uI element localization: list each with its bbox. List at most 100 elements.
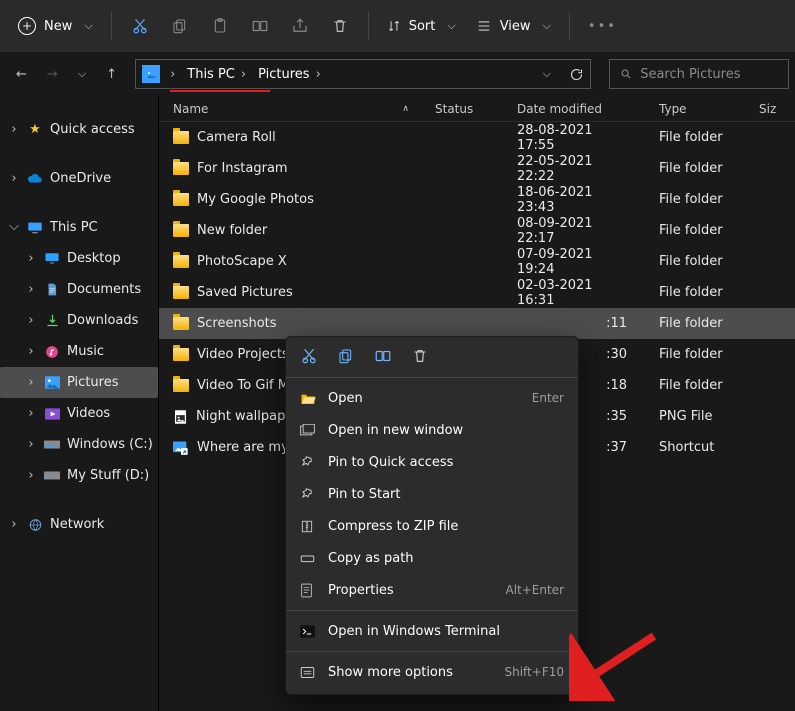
network-label: Network	[50, 517, 104, 532]
more-button[interactable]: •••	[580, 8, 625, 44]
sidebar-item-network[interactable]: › Network	[0, 509, 158, 540]
table-row[interactable]: My Google Photos18-06-2021 23:43File fol…	[159, 184, 795, 215]
ctx-more-kbd: Shift+F10	[504, 665, 564, 679]
paste-button[interactable]	[202, 8, 238, 44]
ctx-separator	[286, 651, 578, 652]
breadcrumb-pictures[interactable]: Pictures ›	[256, 67, 327, 82]
sidebar-item-onedrive[interactable]: › OneDrive	[0, 163, 158, 194]
table-row[interactable]: PhotoScape X07-09-2021 19:24File folder	[159, 246, 795, 277]
ctx-pin-start[interactable]: Pin to Start	[286, 478, 578, 510]
sort-label: Sort	[409, 19, 436, 34]
table-row[interactable]: Screenshots:11File folder	[159, 308, 795, 339]
videos-label: Videos	[67, 406, 110, 421]
ctx-pin-quick[interactable]: Pin to Quick access	[286, 446, 578, 478]
zip-icon	[300, 519, 316, 534]
view-label: View	[500, 19, 531, 34]
file-type: File folder	[645, 223, 745, 238]
ctx-copy-path[interactable]: Copy as path	[286, 542, 578, 574]
table-row[interactable]: Saved Pictures02-03-2021 16:31File folde…	[159, 277, 795, 308]
shortcut-icon	[173, 440, 189, 455]
search-input[interactable]	[640, 67, 778, 82]
pictures-drive-icon	[142, 65, 160, 83]
sort-button[interactable]: Sort	[379, 8, 464, 44]
sidebar-item-videos[interactable]: › Videos	[0, 398, 158, 429]
copy-icon	[172, 17, 188, 35]
sidebar-item-this-pc[interactable]: ⌵ This PC	[0, 212, 158, 243]
sidebar-item-music[interactable]: › Music	[0, 336, 158, 367]
ctx-windows-terminal[interactable]: Open in Windows Terminal	[286, 615, 578, 647]
cut-button[interactable]	[122, 8, 158, 44]
sidebar-item-windows-c[interactable]: › Windows (C:)	[0, 429, 158, 460]
ctx-cut-icon[interactable]	[300, 347, 318, 365]
sidebar-item-documents[interactable]: › Documents	[0, 274, 158, 305]
search-box[interactable]	[609, 59, 789, 89]
new-button[interactable]: + New	[10, 8, 101, 44]
file-date: 08-09-2021 22:17	[503, 216, 645, 246]
drive-icon	[43, 439, 61, 450]
column-headers[interactable]: Name ∧ Status Date modified Type Siz	[159, 96, 795, 122]
address-dropdown[interactable]: ⌵	[543, 67, 551, 81]
file-date: 02-03-2021 16:31	[503, 278, 645, 308]
downloads-icon	[43, 313, 61, 328]
forward-button[interactable]: →	[47, 67, 58, 82]
col-type: Type	[645, 102, 745, 116]
onedrive-icon	[26, 173, 44, 184]
sort-icon	[387, 18, 401, 34]
ctx-open-new-window[interactable]: Open in new window	[286, 414, 578, 446]
file-name: Camera Roll	[197, 130, 276, 145]
ctx-open[interactable]: Open Enter	[286, 382, 578, 414]
col-name: Name	[173, 102, 208, 116]
file-date: 28-08-2021 17:55	[503, 123, 645, 153]
ctx-properties-kbd: Alt+Enter	[505, 583, 564, 597]
more-options-icon	[300, 666, 316, 679]
onedrive-label: OneDrive	[50, 171, 111, 186]
sidebar-item-pictures[interactable]: › Pictures	[0, 367, 158, 398]
recent-locations-button[interactable]: ⌵	[78, 67, 86, 81]
ctx-properties[interactable]: Properties Alt+Enter	[286, 574, 578, 606]
ctx-zip[interactable]: Compress to ZIP file	[286, 510, 578, 542]
folder-icon	[173, 224, 189, 237]
refresh-button[interactable]	[569, 67, 584, 82]
table-row[interactable]: For Instagram22-05-2021 22:22File folder	[159, 153, 795, 184]
toolbar: + New Sort View •••	[0, 0, 795, 52]
delete-button[interactable]	[322, 8, 358, 44]
view-button[interactable]: View	[468, 8, 559, 44]
up-button[interactable]: ↑	[106, 67, 117, 82]
sidebar-item-desktop[interactable]: › Desktop	[0, 243, 158, 274]
back-button[interactable]: ←	[16, 67, 27, 82]
ctx-delete-icon[interactable]	[412, 347, 428, 365]
view-icon	[476, 19, 492, 33]
breadcrumb-pictures-label: Pictures	[258, 67, 309, 82]
share-button[interactable]	[282, 8, 318, 44]
sidebar-item-downloads[interactable]: › Downloads	[0, 305, 158, 336]
terminal-icon	[300, 625, 316, 638]
table-row[interactable]: New folder08-09-2021 22:17File folder	[159, 215, 795, 246]
pictures-label: Pictures	[67, 375, 118, 390]
file-date: 18-06-2021 23:43	[503, 185, 645, 215]
ctx-rename-icon[interactable]	[374, 347, 392, 365]
ctx-terminal-label: Open in Windows Terminal	[328, 624, 500, 639]
folder-icon	[173, 193, 189, 206]
address-bar[interactable]: › This PC › Pictures › ⌵	[135, 59, 591, 89]
folder-icon	[173, 348, 189, 361]
sidebar-item-quick-access[interactable]: › ★ Quick access	[0, 114, 158, 145]
file-name: Screenshots	[197, 316, 277, 331]
sidebar-item-my-stuff-d[interactable]: › My Stuff (D:)	[0, 460, 158, 491]
documents-icon	[43, 282, 61, 297]
file-type: Shortcut	[645, 440, 745, 455]
ctx-show-more[interactable]: Show more options Shift+F10	[286, 656, 578, 688]
col-date: Date modified	[503, 102, 645, 116]
rename-button[interactable]	[242, 8, 278, 44]
table-row[interactable]: Camera Roll28-08-2021 17:55File folder	[159, 122, 795, 153]
file-type: File folder	[645, 378, 745, 393]
breadcrumb-this-pc[interactable]: This PC ›	[185, 67, 252, 82]
ctx-copy-icon[interactable]	[338, 347, 354, 365]
file-type: File folder	[645, 285, 745, 300]
toolbar-separator	[368, 12, 369, 40]
address-row: ← → ⌵ ↑ › This PC › Pictures › ⌵	[0, 52, 795, 96]
this-pc-icon	[26, 221, 44, 235]
file-name: Video To Gif Ma	[197, 378, 297, 393]
navigation-sidebar: › ★ Quick access › OneDrive ⌵ This PC › …	[0, 96, 159, 711]
copy-button[interactable]	[162, 8, 198, 44]
breadcrumb-this-pc-label: This PC	[187, 67, 235, 82]
